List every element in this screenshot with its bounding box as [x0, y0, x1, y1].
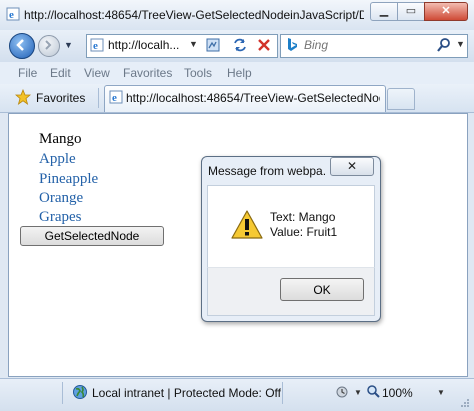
security-dropdown-icon[interactable]: ▼ — [354, 388, 362, 397]
forward-arrow-icon — [45, 40, 52, 50]
menu-view[interactable]: View — [84, 66, 110, 80]
stop-icon[interactable] — [256, 37, 272, 53]
compatibility-view-icon[interactable] — [205, 37, 221, 53]
menu-tools[interactable]: Tools — [184, 66, 212, 80]
zoom-level[interactable]: 100% — [382, 386, 413, 400]
new-tab-button[interactable] — [387, 88, 415, 110]
tab-title[interactable]: http://localhost:48654/TreeView-GetSelec… — [126, 91, 380, 105]
security-zone-text[interactable]: Local intranet | Protected Mode: Off — [92, 386, 281, 400]
resize-grip-icon[interactable] — [460, 398, 470, 408]
ie-page-icon: e — [90, 38, 104, 52]
refresh-icon[interactable] — [232, 37, 248, 53]
svg-text:e: e — [112, 92, 117, 104]
status-divider — [62, 382, 63, 404]
search-icon[interactable] — [436, 37, 452, 53]
window-title: http://localhost:48654/TreeView-GetSelec… — [24, 8, 364, 22]
zoom-icon[interactable] — [366, 384, 380, 398]
dialog-close-button[interactable]: ✕ — [330, 157, 374, 176]
tree-node-selected[interactable]: Mango — [39, 131, 82, 148]
tree-node-orange[interactable]: Orange — [39, 190, 83, 207]
minimize-button[interactable]: ▁ — [370, 2, 398, 21]
globe-icon — [73, 385, 87, 399]
bing-logo-icon — [288, 38, 297, 51]
ie-page-icon: e — [109, 90, 123, 104]
status-divider — [282, 382, 283, 404]
menu-favorites[interactable]: Favorites — [123, 66, 172, 80]
zoom-dropdown-icon[interactable]: ▼ — [437, 388, 445, 397]
menu-edit[interactable]: Edit — [50, 66, 71, 80]
svg-text:e: e — [93, 40, 98, 52]
close-window-button[interactable]: ✕ — [424, 2, 468, 21]
ok-button[interactable]: OK — [280, 278, 364, 301]
dialog-message-value: Value: Fruit1 — [270, 225, 338, 239]
back-arrow-icon — [16, 39, 24, 51]
address-text[interactable]: http://localh... — [108, 38, 179, 52]
tree-node-pineapple[interactable]: Pineapple — [39, 171, 98, 188]
tree-node-grapes[interactable]: Grapes — [39, 209, 81, 226]
tree-node-apple[interactable]: Apple — [39, 151, 76, 168]
maximize-button[interactable]: ▭ — [397, 2, 425, 21]
toolbar-divider — [98, 88, 99, 108]
warning-icon — [231, 210, 263, 239]
dialog-title: Message from webpa... — [208, 164, 326, 178]
favorites-star-icon[interactable] — [15, 89, 31, 105]
ie-page-icon: e — [6, 7, 20, 21]
security-settings-icon[interactable] — [335, 385, 349, 399]
search-dropdown-icon[interactable]: ▼ — [456, 39, 465, 49]
menu-file[interactable]: File — [18, 66, 37, 80]
svg-text:e: e — [9, 9, 14, 21]
dialog-message-text: Text: Mango — [270, 210, 336, 224]
search-input[interactable] — [304, 36, 424, 54]
history-dropdown-icon[interactable]: ▼ — [64, 40, 73, 50]
favorites-button[interactable]: Favorites — [36, 91, 85, 105]
get-selected-node-button[interactable]: GetSelectedNode — [20, 226, 164, 246]
address-dropdown-icon[interactable]: ▼ — [189, 39, 198, 49]
menu-help[interactable]: Help — [227, 66, 252, 80]
